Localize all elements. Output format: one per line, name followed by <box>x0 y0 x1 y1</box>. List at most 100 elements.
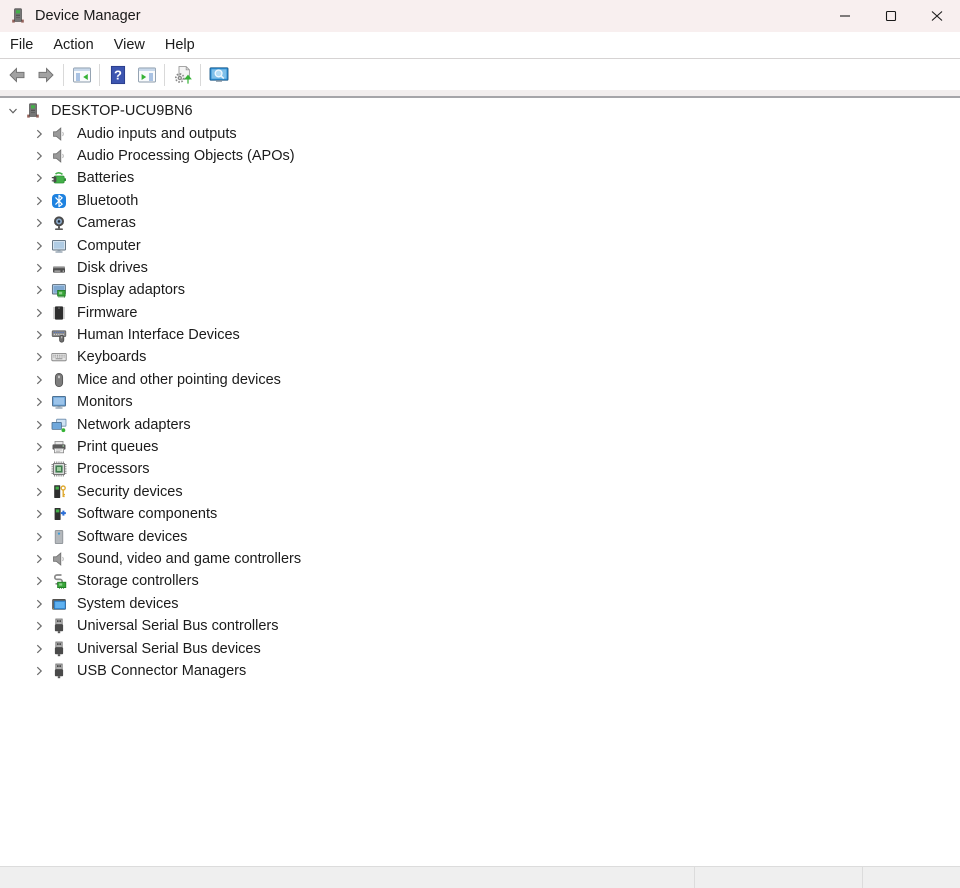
chevron-right-icon[interactable] <box>31 193 47 209</box>
chevron-right-icon[interactable] <box>31 506 47 522</box>
toolbar-separator <box>200 64 201 86</box>
tree-item-row[interactable]: Batteries <box>0 167 960 189</box>
chevron-right-icon[interactable] <box>31 126 47 142</box>
chevron-right-icon[interactable] <box>31 282 47 298</box>
tree-item-row[interactable]: Keyboards <box>0 346 960 368</box>
disk-icon <box>51 260 67 276</box>
security-icon <box>51 484 67 500</box>
tree-item-label: Software devices <box>77 529 187 545</box>
show-console-tree-button[interactable] <box>67 61 96 88</box>
tree-item-row[interactable]: Computer <box>0 234 960 256</box>
tree-item-row[interactable]: Software components <box>0 503 960 525</box>
back-button[interactable] <box>2 61 31 88</box>
chevron-right-icon[interactable] <box>31 372 47 388</box>
tree-item-row[interactable]: Audio Processing Objects (APOs) <box>0 145 960 167</box>
tree-item-row[interactable]: Universal Serial Bus devices <box>0 637 960 659</box>
battery-icon <box>51 170 67 186</box>
chevron-right-icon[interactable] <box>31 663 47 679</box>
chevron-down-icon[interactable] <box>5 103 21 119</box>
tree-item-row[interactable]: Processors <box>0 458 960 480</box>
chevron-right-icon[interactable] <box>31 618 47 634</box>
toolbar-separator <box>99 64 100 86</box>
menu-help[interactable]: Help <box>155 32 205 58</box>
chevron-right-icon[interactable] <box>31 215 47 231</box>
window-title: Device Manager <box>35 8 141 24</box>
chevron-right-icon[interactable] <box>31 573 47 589</box>
chevron-right-icon[interactable] <box>31 529 47 545</box>
chevron-right-icon[interactable] <box>31 305 47 321</box>
speaker-icon <box>51 551 67 567</box>
tree-item-label: Storage controllers <box>77 573 199 589</box>
tree-item-row[interactable]: Network adapters <box>0 413 960 435</box>
tree-item-label: Universal Serial Bus controllers <box>77 618 278 634</box>
maximize-button[interactable] <box>868 0 914 32</box>
tree-item-row[interactable]: Firmware <box>0 302 960 324</box>
tree-item-label: Print queues <box>77 439 158 455</box>
chevron-right-icon[interactable] <box>31 641 47 657</box>
tree-item-row[interactable]: Disk drives <box>0 257 960 279</box>
tree-item-label: Network adapters <box>77 417 191 433</box>
chevron-right-icon[interactable] <box>31 148 47 164</box>
tree-item-row[interactable]: USB Connector Managers <box>0 660 960 682</box>
tree-item-label: Batteries <box>77 170 134 186</box>
chevron-right-icon[interactable] <box>31 394 47 410</box>
tree-item-row[interactable]: Monitors <box>0 391 960 413</box>
chevron-right-icon[interactable] <box>31 327 47 343</box>
tree-item-row[interactable]: Print queues <box>0 436 960 458</box>
tree-item-row[interactable]: Human Interface Devices <box>0 324 960 346</box>
tree-item-row[interactable]: Storage controllers <box>0 570 960 592</box>
back-arrow-icon <box>7 65 27 85</box>
scan-hardware-changes-button[interactable] <box>168 61 197 88</box>
software-device-icon <box>51 529 67 545</box>
close-button[interactable] <box>914 0 960 32</box>
tree-item-label: Security devices <box>77 484 183 500</box>
tree-item-label: Firmware <box>77 305 137 321</box>
maximize-icon <box>868 0 914 32</box>
forward-button[interactable] <box>31 61 60 88</box>
search-computer-button[interactable] <box>204 61 233 88</box>
menu-action[interactable]: Action <box>43 32 103 58</box>
computer-tower-icon <box>25 103 41 119</box>
menu-view[interactable]: View <box>104 32 155 58</box>
tree-item-row[interactable]: Mice and other pointing devices <box>0 369 960 391</box>
bluetooth-icon <box>51 193 67 209</box>
tree-item-label: Audio inputs and outputs <box>77 126 237 142</box>
chevron-right-icon[interactable] <box>31 260 47 276</box>
chevron-right-icon[interactable] <box>31 238 47 254</box>
chevron-right-icon[interactable] <box>31 596 47 612</box>
tree-item-row[interactable]: Audio inputs and outputs <box>0 122 960 144</box>
status-pane-2 <box>694 867 862 888</box>
usb-icon <box>51 618 67 634</box>
tree-item-row[interactable]: Bluetooth <box>0 190 960 212</box>
chevron-right-icon[interactable] <box>31 417 47 433</box>
chevron-right-icon[interactable] <box>31 551 47 567</box>
tree-item-row[interactable]: Universal Serial Bus controllers <box>0 615 960 637</box>
tree-item-row[interactable]: Sound, video and game controllers <box>0 548 960 570</box>
tree-item-label: Cameras <box>77 215 136 231</box>
tree-root-row[interactable]: DESKTOP-UCU9BN6 <box>0 100 960 122</box>
help-button[interactable]: ? <box>103 61 132 88</box>
minimize-button[interactable] <box>822 0 868 32</box>
tree-item-label: Audio Processing Objects (APOs) <box>77 148 295 164</box>
chevron-right-icon[interactable] <box>31 439 47 455</box>
tree-item-row[interactable]: Software devices <box>0 525 960 547</box>
printer-icon <box>51 439 67 455</box>
tree-item-row[interactable]: Cameras <box>0 212 960 234</box>
computer-tower-icon[interactable] <box>10 8 26 24</box>
chevron-right-icon[interactable] <box>31 484 47 500</box>
close-icon <box>914 0 960 32</box>
monitor-icon <box>51 394 67 410</box>
show-action-pane-icon <box>137 65 157 85</box>
show-action-pane-button[interactable] <box>132 61 161 88</box>
chevron-right-icon[interactable] <box>31 461 47 477</box>
tree-item-label: Keyboards <box>77 349 146 365</box>
chevron-right-icon[interactable] <box>31 170 47 186</box>
toolbar-separator <box>164 64 165 86</box>
chevron-right-icon[interactable] <box>31 349 47 365</box>
tree-item-row[interactable]: Security devices <box>0 481 960 503</box>
menu-file[interactable]: File <box>0 32 43 58</box>
tree-item-row[interactable]: System devices <box>0 593 960 615</box>
speaker-icon <box>51 126 67 142</box>
tree-item-label: Universal Serial Bus devices <box>77 641 261 657</box>
tree-item-row[interactable]: Display adaptors <box>0 279 960 301</box>
